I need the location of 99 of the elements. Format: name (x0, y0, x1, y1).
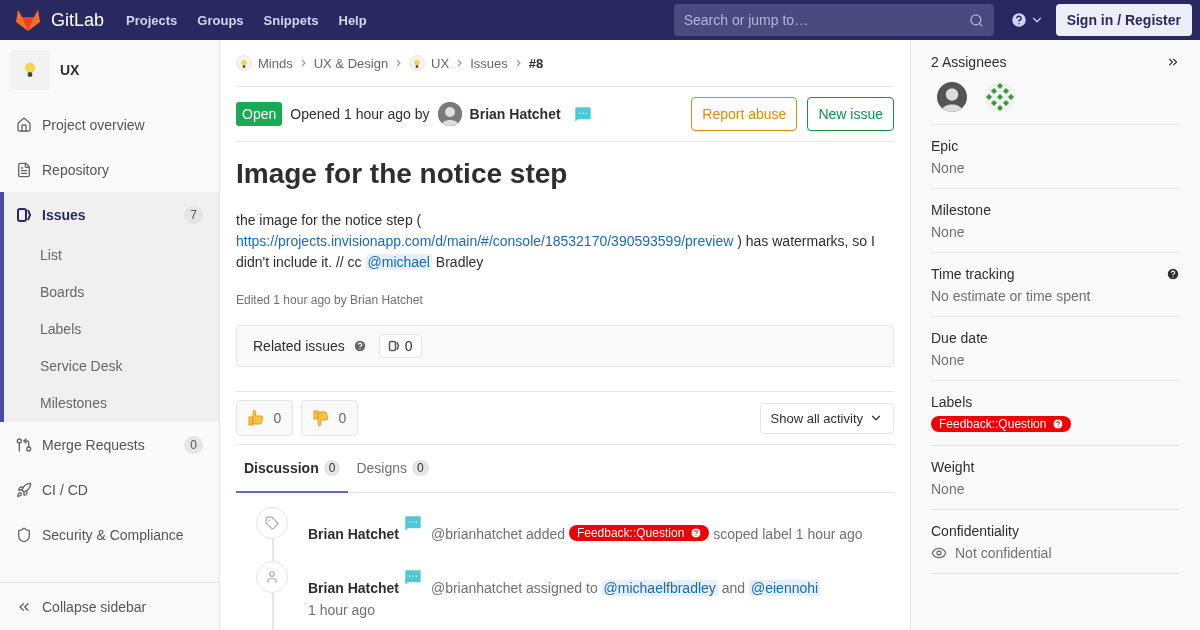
tab[interactable]: Discussion 0 (236, 445, 349, 493)
shield-icon (16, 526, 32, 543)
edited-note: Edited 1 hour ago by Brian Hatchet (236, 293, 424, 307)
issue-meta: Opened 1 hour ago by (290, 106, 430, 122)
issues-icon (16, 206, 32, 223)
lightbulb-icon (412, 59, 423, 69)
assignees-title: 2 Assignees (931, 54, 1007, 70)
chevron-icon (515, 58, 521, 67)
section-title: Time tracking (931, 266, 1015, 282)
help-icon (1009, 11, 1028, 29)
issue-title: Image for the notice step (236, 158, 569, 190)
chat-icon (572, 104, 593, 124)
author-link[interactable]: Brian Hatchet (469, 106, 561, 122)
note-text: @brianhatchet assigned to (430, 580, 598, 596)
user-mention[interactable]: @michael (365, 254, 432, 270)
section-value: None (931, 160, 965, 176)
chat-icon (403, 513, 424, 533)
nav-link[interactable]: Snippets (263, 12, 319, 28)
rocket-icon (16, 481, 32, 498)
breadcrumb-link[interactable]: #8 (528, 55, 544, 71)
search-icon (968, 12, 984, 28)
sidebar-subitem[interactable]: Boards (4, 274, 219, 311)
project-name[interactable]: UX (60, 62, 80, 78)
count-badge: 0 (323, 460, 341, 476)
fox-logo-icon (15, 8, 41, 32)
award-button[interactable]: 0 (301, 400, 358, 436)
award-button[interactable]: 0 (236, 400, 293, 436)
merge-request-icon (16, 436, 32, 453)
section-value: No estimate or time spent (931, 288, 1091, 304)
expand-sidebar-icon[interactable] (1166, 55, 1180, 69)
sidebar-item[interactable]: Issues 7 (4, 192, 219, 237)
help-icon (690, 527, 703, 539)
nav-link[interactable]: Help (338, 12, 367, 28)
link[interactable]: https://projects.invisionapp.com/d/main/#/console/18532170/390593599/preview (236, 233, 734, 249)
nav-link[interactable]: Groups (197, 12, 244, 28)
sidebar-item[interactable]: Merge Requests 0 (4, 422, 219, 467)
sign-in-button[interactable]: Sign in / Register (1055, 4, 1192, 36)
sidebar-item[interactable]: Repository (4, 147, 219, 192)
scoped-label[interactable]: Feedback::Question (568, 525, 710, 541)
thumbs-up-icon (247, 409, 264, 427)
note-text: and (721, 580, 746, 596)
note-author[interactable]: Brian Hatchet (308, 580, 400, 596)
sidebar-item[interactable]: Security & Compliance (4, 512, 219, 557)
section-title: Weight (931, 459, 975, 475)
note-time: 1 hour ago (308, 601, 376, 620)
section-value: None (931, 481, 965, 497)
section-title: Epic (931, 138, 959, 154)
help-icon (352, 339, 367, 353)
tab[interactable]: Designs 0 (348, 445, 437, 493)
section-title: Labels (931, 394, 973, 410)
user-icon (265, 570, 279, 584)
help-icon (1052, 418, 1065, 430)
issue-description: the image for the notice step ( https://projects.invisionapp.com/d/main/#/console/18532170/390593599/preview ) has watermarks, so I didn't include it. // cc @michael Bradley (236, 211, 876, 272)
thumbs-down-icon (312, 409, 329, 427)
nav-link[interactable]: Projects (126, 12, 178, 28)
section-value: None (931, 224, 965, 240)
sidebar-item[interactable]: Project overview (4, 102, 219, 147)
sidebar-subitem[interactable]: Service Desk (4, 348, 219, 385)
note-author[interactable]: Brian Hatchet (308, 526, 400, 542)
lightbulb-icon (239, 59, 249, 69)
breadcrumb-link[interactable]: Minds (258, 55, 293, 71)
avatar-icon (937, 82, 967, 112)
sidebar-subitem[interactable]: List (4, 237, 219, 274)
home-icon (16, 116, 32, 133)
chat-icon (403, 567, 424, 587)
breadcrumb-link[interactable]: Issues (470, 55, 508, 71)
issue-count-badge[interactable]: 0 (378, 334, 422, 358)
user-mention[interactable]: @eiennohi (749, 580, 821, 596)
related-issues-title: Related issues (253, 338, 345, 354)
section-title: Confidentiality (931, 523, 1019, 539)
status-badge: Open (236, 102, 283, 126)
file-icon (16, 161, 32, 178)
note-text: @brianhatchet added (430, 526, 565, 542)
breadcrumb-link[interactable]: UX (431, 55, 450, 71)
tag-icon (265, 516, 279, 530)
section-value: Not confidential (955, 545, 1052, 561)
help-button[interactable] (1009, 11, 1044, 29)
chevron-icon (300, 58, 306, 67)
note-text: scoped label 1 hour ago (713, 526, 863, 542)
action-button[interactable]: New issue (807, 97, 894, 131)
chevron-icon (457, 58, 463, 67)
logo-text[interactable]: GitLab (51, 9, 105, 31)
section-title: Milestone (931, 202, 991, 218)
count-badge: 0 (412, 460, 429, 476)
sidebar-item[interactable]: CI / CD (4, 467, 219, 512)
user-mention[interactable]: @michaelfbradley (601, 580, 718, 596)
sidebar-subitem[interactable]: Labels (4, 311, 219, 348)
avatar-icon (437, 102, 462, 126)
scoped-label[interactable]: Feedback::Question (931, 416, 1072, 432)
search-field[interactable]: Search or jump to… (673, 4, 994, 36)
breadcrumb-link[interactable]: UX & Design (313, 55, 389, 71)
activity-filter-dropdown[interactable]: Show all activity (759, 402, 894, 434)
chevron-icon (396, 58, 402, 67)
section-title: Due date (931, 330, 988, 346)
count-badge: 7 (184, 205, 203, 224)
section-value: None (931, 352, 965, 368)
sidebar-subitem[interactable]: Milestones (4, 385, 219, 422)
avatar-icon (985, 82, 1015, 112)
count-badge: 0 (184, 435, 203, 454)
